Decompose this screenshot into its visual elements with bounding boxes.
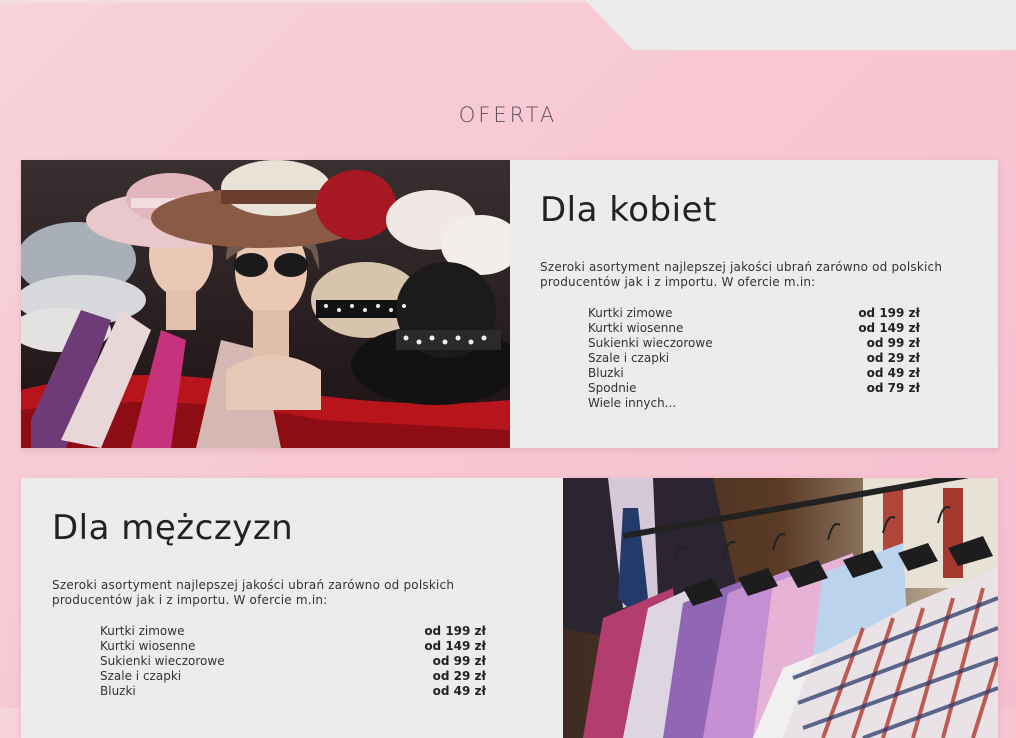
item-price: od 79 zł [866,381,920,395]
item-price: od 99 zł [432,654,486,668]
item-price: od 49 zł [432,684,486,698]
price-row: Bluzki od 49 zł [100,684,486,699]
item-name: Kurtki wiosenne [100,639,196,653]
price-row: Wiele innych... [588,396,920,411]
item-name: Kurtki zimowe [100,624,185,638]
item-name: Wiele innych... [588,396,677,410]
price-row: Spodnie od 79 zł [588,381,920,396]
item-price: od 199 zł [858,306,920,320]
men-offer-text: Dla mężczyzn Szeroki asortyment najlepsz… [52,508,512,699]
item-name: Bluzki [588,366,624,380]
women-price-list: Kurtki zimowe od 199 zł Kurtki wiosenne od… [540,306,980,411]
item-name: Spodnie [588,381,637,395]
item-name: Kurtki zimowe [588,306,673,320]
price-row: Sukienki wieczorowe od 99 zł [100,654,486,669]
item-name: Bluzki [100,684,136,698]
item-price: od 149 zł [858,321,920,335]
item-name: Kurtki wiosenne [588,321,684,335]
offer-card-women: Dla kobiet Szeroki asortyment najlepszej… [21,160,998,448]
item-name: Szale i czapki [588,351,670,365]
price-row: Szale i czapki od 29 zł [100,669,486,684]
men-heading: Dla mężczyzn [52,508,294,548]
women-offer-text: Dla kobiet Szeroki asortyment najlepszej… [540,190,980,411]
item-price: od 29 zł [432,669,486,683]
women-hats-photo [21,160,510,448]
men-description: Szeroki asortyment najlepszej jakości ub… [52,578,455,607]
price-row: Kurtki wiosenne od 149 zł [588,321,920,336]
price-row: Kurtki zimowe od 199 zł [588,306,920,321]
offer-card-men: Dla mężczyzn Szeroki asortyment najlepsz… [21,478,998,738]
men-price-list: Kurtki zimowe od 199 zł Kurtki wiosenne od… [52,624,512,699]
item-price: od 29 zł [866,351,920,365]
item-price: od 149 zł [424,639,486,653]
price-row: Kurtki zimowe od 199 zł [100,624,486,639]
women-heading: Dla kobiet [540,190,717,230]
price-row: Szale i czapki od 29 zł [588,351,920,366]
price-row: Sukienki wieczorowe od 99 zł [588,336,920,351]
item-name: Szale i czapki [100,669,182,683]
item-name: Sukienki wieczorowe [100,654,225,668]
header-bar-shape [0,0,1016,50]
women-description: Szeroki asortyment najlepszej jakości ub… [540,260,943,289]
item-name: Sukienki wieczorowe [588,336,713,350]
item-price: od 99 zł [866,336,920,350]
price-row: Bluzki od 49 zł [588,366,920,381]
price-row: Kurtki wiosenne od 149 zł [100,639,486,654]
section-title: OFERTA [458,103,558,127]
men-shirts-photo [563,478,998,738]
item-price: od 49 zł [866,366,920,380]
item-price: od 199 zł [424,624,486,638]
